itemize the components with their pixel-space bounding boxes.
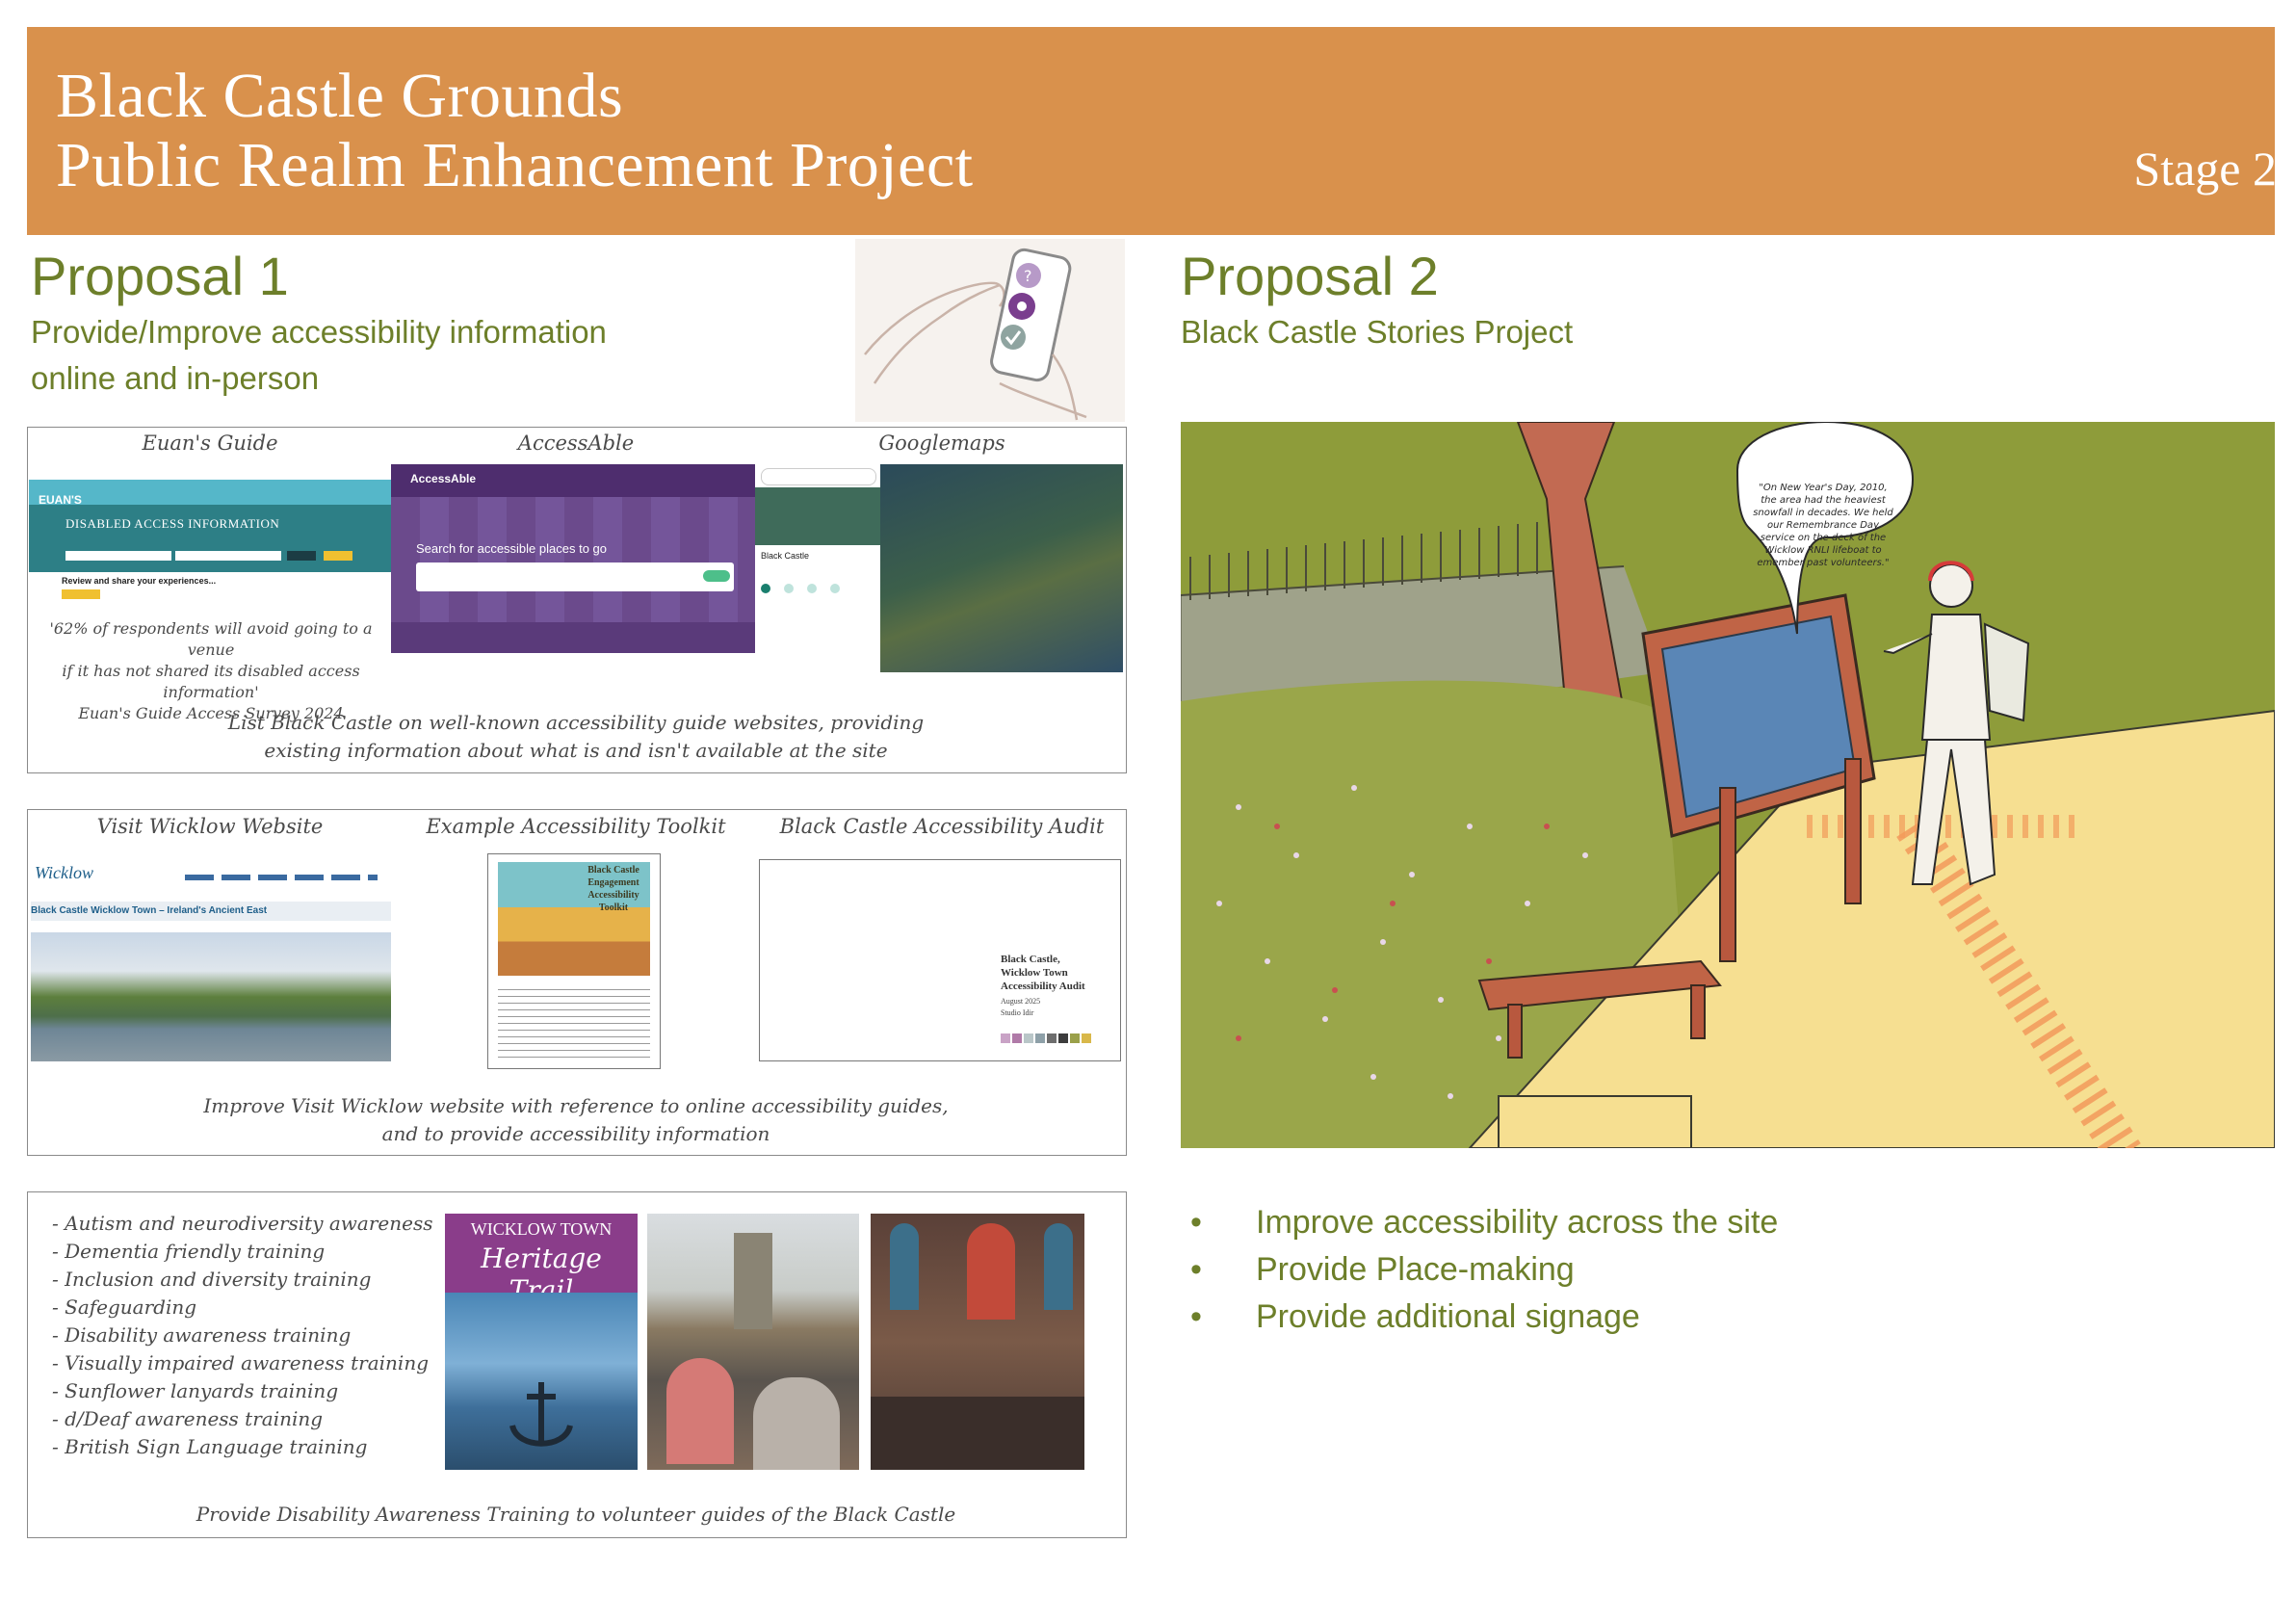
proposal2-bullets: • Improve accessibility across the site • P… [1190,1204,1778,1346]
bullet-item: • Provide additional signage [1190,1298,1778,1346]
euans-review-text: Review and share your experiences... [62,576,217,586]
proposal1-subtitle-line2: online and in-person [31,360,320,396]
proposal2-subtitle: Black Castle Stories Project [1181,314,1574,350]
heritage-trail-booklet: WICKLOW TOWN Heritage Trail [445,1214,638,1470]
toolkit-cover: Black Castle Engagement Accessibility To… [487,853,661,1069]
black-castle-stories-illustration: "On New Year's Day, 2010, the area had t… [1181,422,2275,1148]
toolkit-title-line1: Black Castle [587,865,639,876]
panel2-caption: Improve Visit Wicklow website with refer… [27,1092,1125,1148]
panel2-caption-line1: Improve Visit Wicklow website with refer… [203,1094,949,1117]
audit-author: Studio Idir [1001,1008,1034,1017]
panel3-caption: Provide Disability Awareness Training to… [196,1503,956,1526]
panel1-caption: List Black Castle on well-known accessib… [27,709,1125,765]
phone-hand-illustration: ? [855,239,1125,422]
audit-title-line2: Wicklow Town [1001,967,1068,979]
color-swatch [1082,1033,1091,1043]
wicklow-page-title: Black Castle Wicklow Town – Ireland's An… [31,905,268,916]
color-swatch [1024,1033,1033,1043]
panel1-caption-line2: existing information about what is and i… [264,739,888,762]
euans-review-area: Review and share your experiences... [29,572,391,611]
googlemaps-screenshot: Black Castle [755,464,1123,672]
label-euans-guide: Euan's Guide [142,432,278,455]
svg-text:?: ? [1024,267,1032,285]
label-accessable: AccessAble [517,432,635,455]
audit-title-line3: Accessibility Audit [1001,981,1085,992]
audit-title-line1: Black Castle, [1001,954,1060,965]
accessable-search-heading: Search for accessible places to go [416,541,607,556]
phone-hand-icon: ? [864,248,1087,421]
training-item: - Disability awareness training [52,1323,352,1347]
accessable-logo: AccessAble [410,472,477,485]
training-item: - Safeguarding [52,1295,197,1319]
visit-wicklow-screenshot: Wicklow Black Castle Wicklow Town – Irel… [31,859,391,1061]
speech-bubble-text: "On New Year's Day, 2010, the area had t… [1753,483,1893,568]
euans-guide-screenshot: EUAN'S Disabled Access Information [29,464,391,572]
toolkit-title-line3: Accessibility [587,890,639,901]
euans-logo: EUAN'S [39,493,82,507]
training-item: - Sunflower lanyards training [52,1379,339,1402]
training-item: - d/Deaf awareness training [52,1407,324,1430]
wicklow-logo: Wicklow [35,863,93,882]
label-visit-wicklow: Visit Wicklow Website [96,815,324,838]
bullet-dot-icon: • [1190,1298,1202,1335]
bullet-text: Improve accessibility across the site [1256,1204,1779,1241]
toolkit-title-line4: Toolkit [598,903,629,913]
bullet-text: Provide Place-making [1256,1251,1575,1288]
panel2-caption-line2: and to provide accessibility information [381,1122,770,1145]
panel1-caption-line1: List Black Castle on well-known accessib… [227,711,925,734]
anchor-icon [509,1382,573,1447]
color-swatch [1058,1033,1068,1043]
booklet-title-line1: WICKLOW TOWN [470,1219,613,1239]
check-icon [1001,325,1026,350]
training-item: - Visually impaired awareness training [52,1351,430,1374]
church-talk-photo [871,1214,1084,1470]
label-audit: Black Castle Accessibility Audit [779,815,1105,838]
training-list: - Autism and neurodiversity awareness - D… [52,1210,432,1461]
quote-line2: if it has not shared its disabled access… [62,662,360,701]
proposal1-heading: Proposal 1 [31,246,289,306]
label-toolkit: Example Accessibility Toolkit [426,815,726,838]
proposal2-heading: Proposal 2 [1181,246,1439,306]
bullet-item: • Provide Place-making [1190,1251,1778,1298]
stage-label: Stage 2 [2133,142,2277,196]
color-swatch [1047,1033,1057,1043]
audit-cover: Black Castle, Wicklow Town Accessibility… [759,859,1121,1061]
training-item: - British Sign Language training [52,1435,368,1458]
project-title-line1: Black Castle Grounds [56,61,624,131]
bullet-dot-icon: • [1190,1204,1202,1241]
proposal1-subtitle-line1: Provide/Improve accessibility informatio… [31,314,607,350]
bullet-text: Provide additional signage [1256,1298,1640,1335]
training-item: - Inclusion and diversity training [52,1268,372,1291]
training-item: - Dementia friendly training [52,1240,326,1263]
label-googlemaps: Googlemaps [878,432,1005,455]
accessable-screenshot: AccessAble Search for accessible places … [391,464,755,653]
training-item: - Autism and neurodiversity awareness [52,1212,433,1235]
guided-tour-photo [647,1214,859,1470]
bullet-dot-icon: • [1190,1251,1202,1288]
color-swatch [1035,1033,1045,1043]
maps-place-name: Black Castle [761,551,810,561]
project-title-line2: Public Realm Enhancement Project [56,130,974,200]
color-swatch [1070,1033,1080,1043]
toolkit-title-line2: Engagement [587,877,639,888]
illustration-scene [1181,422,2275,1148]
quote-line1: '62% of respondents will avoid going to … [49,619,373,659]
bullet-item: • Improve accessibility across the site [1190,1204,1778,1251]
color-swatch [1012,1033,1022,1043]
color-swatch [1001,1033,1010,1043]
euans-banner: Disabled Access Information [65,516,280,531]
audit-date: August 2025 [1001,997,1041,1006]
audit-color-swatches [1001,1033,1091,1045]
